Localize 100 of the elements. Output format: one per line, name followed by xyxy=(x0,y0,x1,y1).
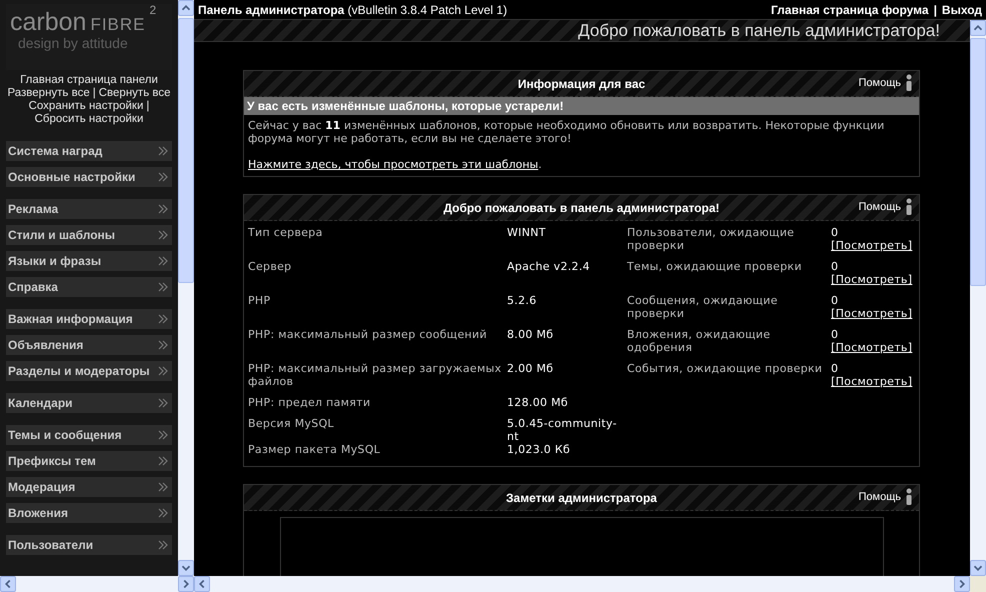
view-link[interactable]: [Посмотреть] xyxy=(831,341,912,354)
sidebar-menu-item[interactable]: Префиксы тем xyxy=(6,451,172,471)
double-chevron-icon xyxy=(158,282,168,292)
sidebar-menu-item[interactable]: Реклама xyxy=(6,199,172,219)
info-value: Apache v2.2.4 xyxy=(507,260,591,275)
moderation-count: 0 xyxy=(831,362,838,375)
help-link[interactable]: Помощь xyxy=(858,74,901,92)
info-label: PHP xyxy=(248,294,272,309)
scroll-left-button[interactable] xyxy=(194,576,210,592)
panel-link[interactable]: Свернуть все xyxy=(98,87,171,100)
scroll-thumb[interactable] xyxy=(970,38,986,286)
panel-title: Панель администратора (vBulletin 3.8.4 Patch Level 1) xyxy=(198,2,508,18)
info-icon xyxy=(905,488,913,506)
double-chevron-icon xyxy=(158,314,168,324)
sidebar-menu-item[interactable]: Календари xyxy=(6,393,172,413)
moderation-count: 0 xyxy=(831,226,838,239)
separator: | xyxy=(92,87,96,100)
moderation-label: Темы, ожидающие проверки xyxy=(627,260,803,275)
info-value: 8.00 Мб xyxy=(507,328,554,343)
notice-message: Сейчас у вас 11 изменённых шаблонов, которые необходимо обновить или возвратить. Некоторые функции форума могут не работать, если вы не сделаете этого! xyxy=(248,119,886,145)
panel-link[interactable]: Развернуть все xyxy=(7,87,90,100)
scroll-up-button[interactable] xyxy=(970,20,986,36)
moderation-label: Сообщения, ожидающие проверки xyxy=(627,294,779,322)
moderation-label: События, ожидающие проверки xyxy=(627,362,824,377)
double-chevron-icon xyxy=(158,340,168,350)
separator: | xyxy=(934,2,937,18)
page-heading: Добро пожаловать в панель администратора! xyxy=(578,20,940,42)
scroll-down-button[interactable] xyxy=(970,560,986,576)
notice-link-line: Нажмите здесь, чтобы просмотреть эти шаблоны. xyxy=(248,158,543,171)
sidebar-menu-item[interactable]: Модерация xyxy=(6,477,172,497)
sidebar-menu-item[interactable]: Объявления xyxy=(6,335,172,355)
panel-link[interactable]: Сбросить настройки xyxy=(34,113,144,126)
panel-link[interactable]: Сохранить настройки xyxy=(28,100,144,113)
scroll-right-button[interactable] xyxy=(178,576,194,592)
logo-tagline: design by attitude xyxy=(17,35,129,51)
logo-superscript: 2 xyxy=(150,4,156,16)
panel-title: Информация для вас xyxy=(518,76,646,92)
info-label: PHP: предел памяти xyxy=(248,396,372,411)
double-chevron-icon xyxy=(158,146,168,156)
sidebar-menu-item[interactable]: Разделы и модераторы xyxy=(6,361,172,381)
panel-title: Заметки администратора xyxy=(506,490,657,506)
double-chevron-icon xyxy=(158,540,168,550)
templates-link[interactable]: Нажмите здесь, чтобы просмотреть эти шаблоны xyxy=(248,158,538,171)
double-chevron-icon xyxy=(158,508,168,518)
sidebar-menu-item[interactable]: Пользователи xyxy=(6,535,172,555)
double-chevron-icon xyxy=(158,256,168,266)
double-chevron-icon xyxy=(158,204,168,214)
sidebar-menu-item[interactable]: Стили и шаблоны xyxy=(6,225,172,245)
panel-title: Добро пожаловать в панель администратора! xyxy=(443,200,720,216)
double-chevron-icon xyxy=(158,366,168,376)
moderation-count: 0 xyxy=(831,294,838,307)
view-link[interactable]: [Посмотреть] xyxy=(831,273,912,286)
info-icon xyxy=(905,74,913,92)
help-link[interactable]: Помощь xyxy=(858,488,901,506)
double-chevron-icon xyxy=(158,482,168,492)
logo-wordmark: carbon xyxy=(10,10,86,35)
info-label: Размер пакета MySQL xyxy=(248,443,382,458)
scroll-thumb[interactable] xyxy=(178,18,194,283)
moderation-count: 0 xyxy=(831,328,838,341)
moderation-label: Вложения, ожидающие одобрения xyxy=(627,328,772,356)
info-icon xyxy=(905,198,913,216)
scroll-right-button[interactable] xyxy=(954,576,970,592)
sidebar-menu-item[interactable]: Основные настройки xyxy=(6,167,172,187)
horizontal-scrollbar[interactable] xyxy=(0,576,194,592)
top-link[interactable]: Выход xyxy=(942,0,982,18)
view-link[interactable]: [Посмотреть] xyxy=(831,375,912,388)
sidebar-menu-item[interactable]: Система наград xyxy=(6,141,172,161)
scroll-left-button[interactable] xyxy=(0,576,16,592)
info-value: 5.0.45-community-nt xyxy=(507,417,618,443)
info-value: 1,023.0 Кб xyxy=(507,443,572,458)
separator: | xyxy=(146,100,150,113)
info-value: 2.00 Мб xyxy=(507,362,554,377)
sidebar-menu-item[interactable]: Темы и сообщения xyxy=(6,425,172,445)
vertical-scrollbar[interactable] xyxy=(970,20,986,576)
alert-bar: У вас есть изменённые шаблоны, которые устарели! xyxy=(244,97,919,115)
info-value: 128.00 Мб xyxy=(507,396,569,411)
info-label: Сервер xyxy=(248,260,292,275)
info-value: WINNT xyxy=(507,226,547,241)
horizontal-scrollbar[interactable] xyxy=(194,576,970,592)
scrollbar-corner xyxy=(970,576,986,592)
sidebar-menu-item[interactable]: Справка xyxy=(6,277,172,297)
help-link[interactable]: Помощь xyxy=(858,198,901,216)
vertical-scrollbar[interactable] xyxy=(178,0,194,576)
info-label: Версия MySQL xyxy=(248,417,335,432)
top-link[interactable]: Главная страница форума xyxy=(770,0,929,18)
moderation-label: Пользователи, ожидающие проверки xyxy=(627,226,796,254)
scroll-down-button[interactable] xyxy=(178,560,194,576)
double-chevron-icon xyxy=(158,230,168,240)
scroll-up-button[interactable] xyxy=(178,0,194,16)
sidebar-menu-item[interactable]: Вложения xyxy=(6,503,172,523)
sidebar-menu-item[interactable]: Важная информация xyxy=(6,309,172,329)
logo-wordmark: FIBRE xyxy=(90,16,146,33)
panel-link[interactable]: Главная страница панели xyxy=(20,74,158,87)
double-chevron-icon xyxy=(158,172,168,182)
sidebar-menu-item[interactable]: Языки и фразы xyxy=(6,251,172,271)
double-chevron-icon xyxy=(158,456,168,466)
view-link[interactable]: [Посмотреть] xyxy=(831,307,912,320)
double-chevron-icon xyxy=(158,430,168,440)
double-chevron-icon xyxy=(158,398,168,408)
view-link[interactable]: [Посмотреть] xyxy=(831,239,912,252)
